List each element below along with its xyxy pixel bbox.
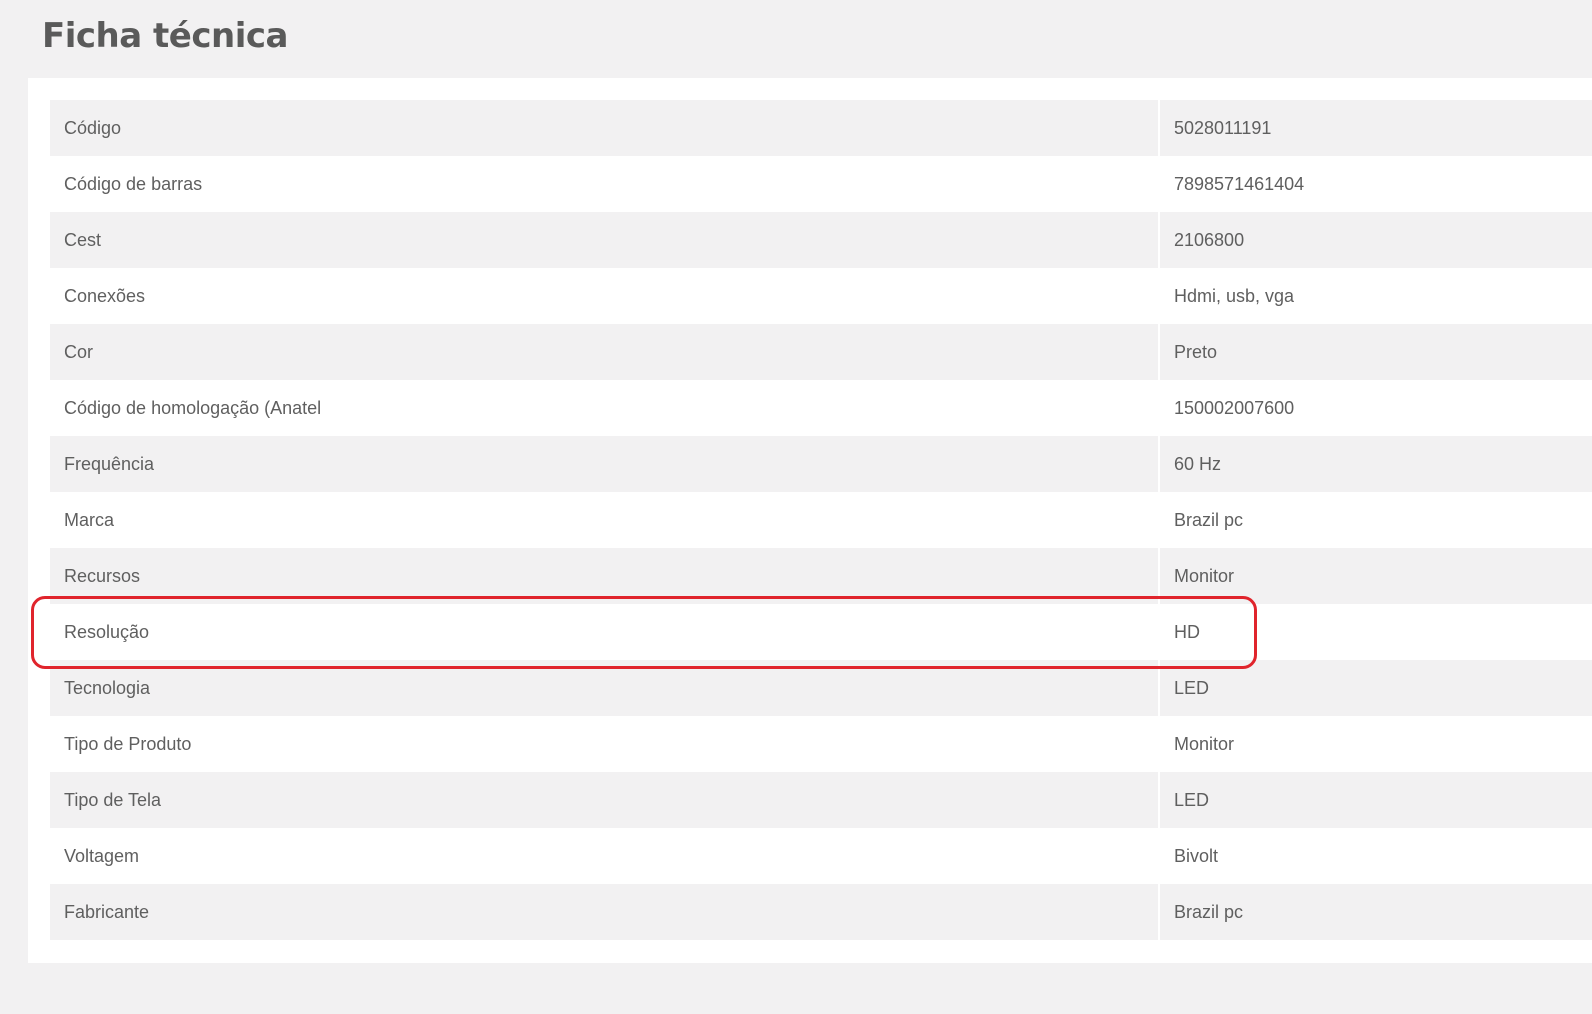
- spec-label: Marca: [64, 509, 115, 530]
- spec-row-tipo-de-produto: Tipo de Produto Monitor: [50, 716, 1592, 772]
- spec-label: Código de homologação (Anatel: [64, 397, 322, 418]
- spec-table: Código 5028011191 Código de barras 78985…: [50, 100, 1592, 940]
- spec-value: Brazil pc: [1174, 509, 1244, 530]
- spec-value: LED: [1160, 660, 1592, 716]
- spec-row-voltagem: Voltagem Bivolt: [50, 828, 1592, 884]
- spec-row-cor: Cor Preto: [50, 324, 1592, 380]
- spec-value: 150002007600: [1174, 397, 1295, 418]
- spec-row-conexoes: Conexões Hdmi, usb, vga: [50, 268, 1592, 324]
- spec-row-codigo-homologacao: Código de homologação (Anatel 1500020076…: [50, 380, 1592, 436]
- spec-label: Código de barras: [64, 173, 203, 194]
- spec-value: LED: [1160, 772, 1592, 828]
- spec-value: Hdmi, usb, vga: [1174, 285, 1295, 306]
- spec-label: Tecnologia: [50, 660, 1158, 716]
- spec-label: Cor: [50, 324, 1158, 380]
- spec-row-tipo-de-tela: Tipo de Tela LED: [50, 772, 1592, 828]
- spec-row-marca: Marca Brazil pc: [50, 492, 1592, 548]
- spec-value: Monitor: [1160, 548, 1592, 604]
- spec-panel: Código 5028011191 Código de barras 78985…: [28, 78, 1592, 963]
- spec-value: 60 Hz: [1160, 436, 1592, 492]
- spec-row-tecnologia: Tecnologia LED: [50, 660, 1592, 716]
- spec-value: Bivolt: [1174, 845, 1219, 866]
- spec-row-codigo-de-barras: Código de barras 7898571461404: [50, 156, 1592, 212]
- spec-label: Cest: [50, 212, 1158, 268]
- page-title: Ficha técnica: [42, 16, 288, 56]
- spec-label: Frequência: [50, 436, 1158, 492]
- spec-label: Resolução: [64, 621, 150, 642]
- spec-value: 2106800: [1160, 212, 1592, 268]
- spec-row-codigo: Código 5028011191: [50, 100, 1592, 156]
- spec-value: 5028011191: [1160, 100, 1592, 156]
- spec-row-recursos: Recursos Monitor: [50, 548, 1592, 604]
- spec-label: Fabricante: [50, 884, 1158, 940]
- spec-value: 7898571461404: [1174, 173, 1305, 194]
- spec-row-resolucao: Resolução HD: [50, 604, 1592, 660]
- spec-label: Código: [50, 100, 1158, 156]
- spec-value: Monitor: [1174, 733, 1235, 754]
- spec-row-frequencia: Frequência 60 Hz: [50, 436, 1592, 492]
- spec-value: Brazil pc: [1160, 884, 1592, 940]
- spec-row-cest: Cest 2106800: [50, 212, 1592, 268]
- spec-label: Recursos: [50, 548, 1158, 604]
- spec-label: Tipo de Produto: [64, 733, 192, 754]
- spec-value: Preto: [1160, 324, 1592, 380]
- spec-row-fabricante: Fabricante Brazil pc: [50, 884, 1592, 940]
- spec-label: Conexões: [64, 285, 146, 306]
- spec-label: Tipo de Tela: [50, 772, 1158, 828]
- spec-value: HD: [1174, 621, 1200, 642]
- spec-label: Voltagem: [64, 845, 140, 866]
